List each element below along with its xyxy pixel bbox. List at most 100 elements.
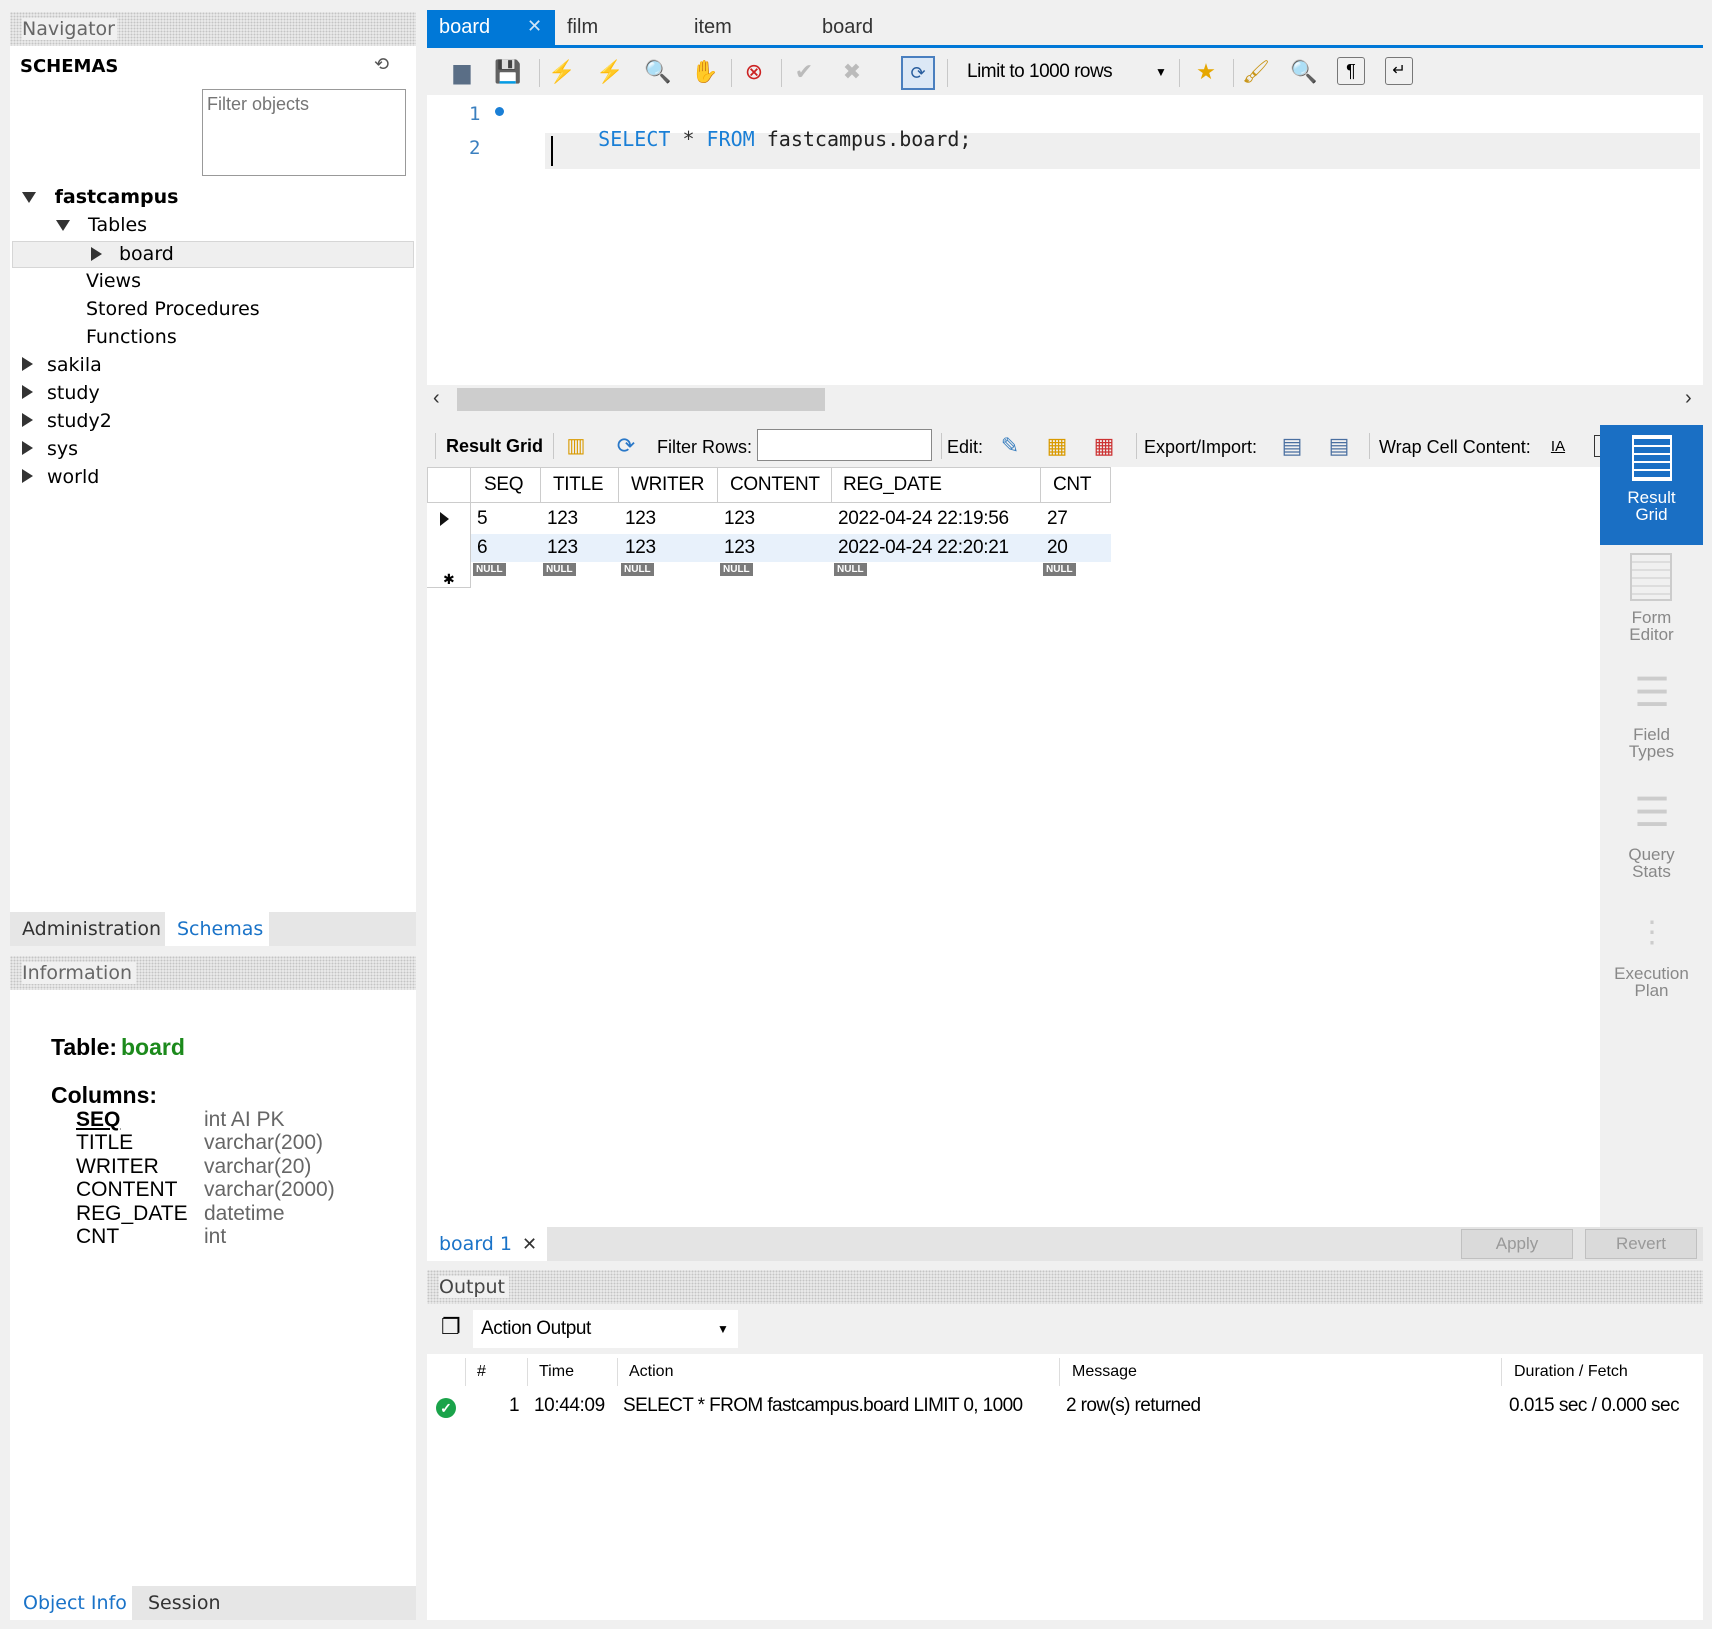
null-badge: NULL — [834, 563, 867, 576]
stop-on-error-icon[interactable]: ⊗ — [739, 57, 769, 87]
column-header[interactable]: SEQ — [484, 474, 524, 496]
output-col-num[interactable]: # — [477, 1363, 486, 1381]
refresh-icon[interactable]: ⟳ — [611, 431, 641, 461]
import-icon[interactable]: ▤ — [1324, 431, 1354, 461]
column-header[interactable]: TITLE — [553, 474, 604, 496]
tree-schema-sakila[interactable]: sakila — [22, 354, 102, 376]
tree-tables[interactable]: Tables — [56, 214, 147, 236]
navigator-tabs: Administration Schemas — [10, 912, 416, 946]
info-col-cnt: CNT — [76, 1225, 120, 1248]
tree-stored-procedures[interactable]: Stored Procedures — [86, 298, 260, 320]
close-icon[interactable]: ✕ — [522, 1234, 537, 1255]
side-form-editor-button[interactable]: Form Editor — [1600, 553, 1703, 663]
output-col-action[interactable]: Action — [629, 1363, 673, 1381]
info-col-title: TITLE — [76, 1131, 134, 1154]
stop-icon[interactable]: ✋ — [690, 57, 720, 87]
tree-views[interactable]: Views — [86, 270, 141, 292]
chevron-down-icon[interactable]: ▼ — [1155, 65, 1167, 79]
null-badge: NULL — [720, 563, 753, 576]
null-badge: NULL — [543, 563, 576, 576]
form-editor-icon — [1630, 553, 1672, 601]
info-col-writer-type: varchar(20) — [204, 1155, 312, 1178]
column-header[interactable]: WRITER — [631, 474, 704, 496]
execute-icon[interactable]: ⚡ — [547, 57, 577, 87]
tree-schema-fastcampus[interactable]: fastcampus — [22, 186, 178, 208]
find-icon[interactable]: 🔍 — [1289, 57, 1319, 87]
filter-rows-input[interactable] — [757, 429, 932, 461]
tree-schema-world[interactable]: world — [22, 466, 99, 488]
word-wrap-icon[interactable]: ↵ — [1385, 57, 1413, 85]
close-icon[interactable]: ✕ — [527, 16, 542, 37]
editor-tab-board-active[interactable]: board ✕ — [427, 10, 555, 45]
add-snippet-icon[interactable]: ★ — [1191, 57, 1221, 87]
tab-administration[interactable]: Administration — [22, 918, 161, 940]
limit-rows-select[interactable]: Limit to 1000 rows — [967, 61, 1113, 83]
action-output-select[interactable]: Action Output ▼ — [473, 1310, 738, 1348]
tab-object-info[interactable]: Object Info — [23, 1592, 127, 1614]
navigator-header: Navigator — [10, 12, 416, 46]
scroll-left-icon[interactable]: ‹ — [433, 387, 440, 410]
copy-icon[interactable]: ❐ — [441, 1314, 461, 1340]
output-col-message[interactable]: Message — [1072, 1363, 1137, 1381]
output-col-duration[interactable]: Duration / Fetch — [1514, 1363, 1628, 1381]
filter-objects-input[interactable] — [202, 89, 406, 176]
output-row[interactable]: ✓ 1 10:44:09 SELECT * FROM fastcampus.bo… — [427, 1390, 1703, 1424]
tree-schema-sys[interactable]: sys — [22, 438, 78, 460]
tree-schema-study[interactable]: study — [22, 382, 100, 404]
apply-button[interactable]: Apply — [1461, 1229, 1573, 1259]
tab-schemas[interactable]: Schemas — [177, 918, 263, 940]
new-row-asterisk-icon: ✱ — [443, 571, 455, 587]
export-icon[interactable]: ▤ — [1277, 431, 1307, 461]
grid-columns-icon[interactable]: ▥ — [561, 431, 591, 461]
side-field-types-button[interactable]: ☰ Field Types — [1600, 670, 1703, 780]
open-file-icon[interactable]: ▆ — [447, 57, 477, 87]
refresh-icon[interactable]: ⟲ — [374, 54, 389, 75]
invisible-chars-icon[interactable]: ¶ — [1337, 57, 1365, 85]
new-row[interactable]: ✱ NULL NULL NULL NULL NULL NULL — [427, 562, 1111, 588]
column-header[interactable]: CNT — [1053, 474, 1091, 496]
editor-tab-item[interactable]: item — [694, 16, 732, 39]
explain-icon[interactable]: 🔍 — [643, 57, 673, 87]
sql-line-1: SELECT * FROM fastcampus.board; — [598, 127, 972, 151]
wrap-cell-icon[interactable]: IA — [1543, 431, 1573, 461]
table-row[interactable]: 5 123 123 123 2022-04-24 22:19:56 27 — [427, 503, 1111, 534]
grid-icon — [1632, 435, 1672, 481]
chevron-down-icon: ▼ — [717, 1322, 729, 1336]
editor-horizontal-scrollbar[interactable]: ‹ › — [427, 385, 1703, 413]
delete-row-icon[interactable]: ▦ — [1089, 431, 1119, 461]
output-col-time[interactable]: Time — [539, 1363, 574, 1381]
result-tab-board-1[interactable]: board 1 ✕ — [427, 1227, 547, 1261]
column-header[interactable]: CONTENT — [730, 474, 820, 496]
tab-session[interactable]: Session — [148, 1592, 221, 1614]
side-query-stats-button[interactable]: ☰ Query Stats — [1600, 790, 1703, 900]
line-number: 2 — [469, 137, 481, 159]
text-cursor — [551, 136, 553, 166]
side-execution-plan-button[interactable]: ⋮ Execution Plan — [1600, 915, 1703, 1025]
tree-table-board[interactable]: board — [12, 241, 414, 268]
tree-functions[interactable]: Functions — [86, 326, 177, 348]
sql-editor[interactable]: 1 2 SELECT * FROM fastcampus.board; — [427, 95, 1703, 385]
edit-row-icon[interactable]: ✎ — [995, 431, 1025, 461]
tree-schema-study2[interactable]: study2 — [22, 410, 112, 432]
side-result-grid-button[interactable]: Result Grid — [1600, 425, 1703, 545]
editor-tab-film[interactable]: film — [567, 16, 598, 39]
commit-icon[interactable]: ✔ — [789, 57, 819, 87]
expanded-arrow-icon — [56, 220, 70, 231]
revert-button[interactable]: Revert — [1585, 1229, 1697, 1259]
editor-tab-board[interactable]: board — [822, 16, 873, 39]
collapsed-arrow-icon — [22, 441, 33, 455]
scroll-right-icon[interactable]: › — [1685, 387, 1692, 410]
result-grid[interactable]: SEQ TITLE WRITER CONTENT REG_DATE CNT 5 … — [427, 467, 1600, 1227]
info-col-reg-date: REG_DATE — [76, 1202, 188, 1225]
beautify-icon[interactable]: 🖌 — [1241, 57, 1271, 87]
export-import-label: Export/Import: — [1144, 437, 1258, 457]
execute-current-icon[interactable]: ⚡ — [595, 57, 625, 87]
add-row-icon[interactable]: ▦ — [1042, 431, 1072, 461]
rollback-icon[interactable]: ✖ — [837, 57, 867, 87]
table-row[interactable]: 6 123 123 123 2022-04-24 22:20:21 20 — [470, 534, 1111, 562]
info-col-content-type: varchar(2000) — [204, 1178, 335, 1201]
save-icon[interactable]: 💾 — [493, 57, 523, 87]
autocommit-icon[interactable]: ⟳ — [901, 56, 935, 90]
scroll-thumb[interactable] — [457, 388, 825, 411]
column-header[interactable]: REG_DATE — [843, 474, 942, 496]
